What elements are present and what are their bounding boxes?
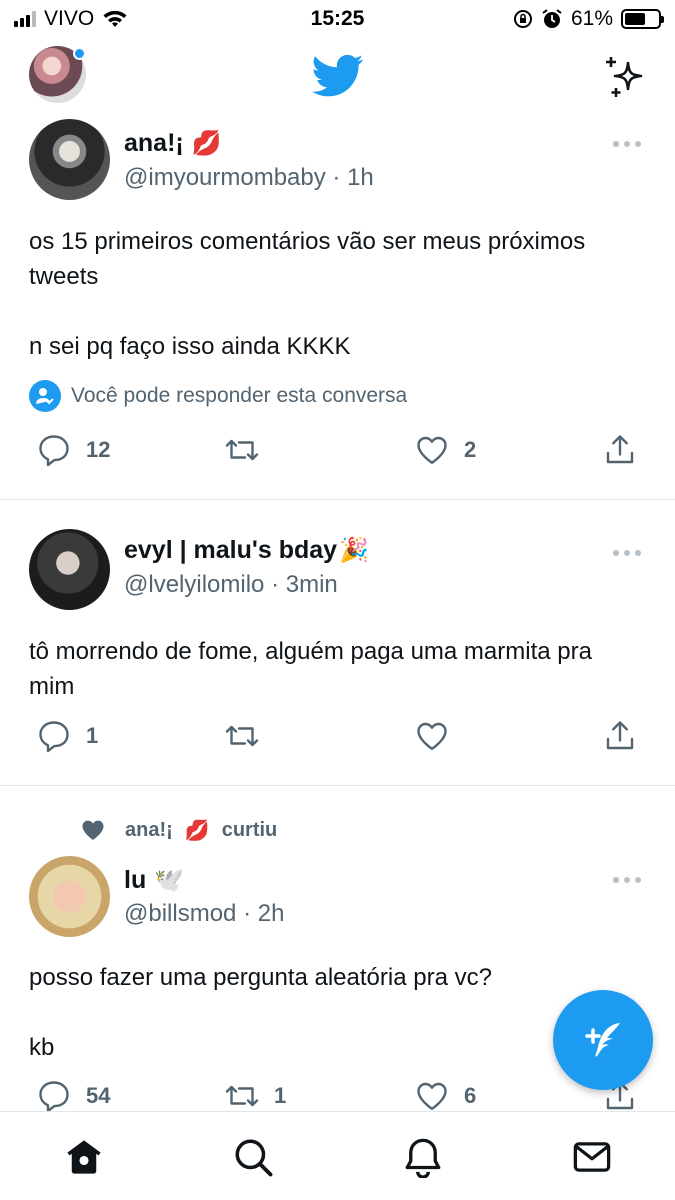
author-handle[interactable]: @imyourmombaby bbox=[124, 164, 326, 191]
twitter-bird-icon[interactable] bbox=[312, 54, 364, 98]
tweet[interactable]: ana!¡ 💋 @imyourmombaby · 1h os 15 primei… bbox=[0, 114, 675, 500]
signal-icon bbox=[14, 11, 36, 27]
tweet-actions: 1 bbox=[0, 718, 675, 758]
share-button[interactable] bbox=[602, 432, 638, 468]
status-left: VIVO bbox=[14, 7, 128, 31]
retweet-button[interactable]: 1 bbox=[224, 1078, 286, 1114]
liked-by-note: ana!¡ 💋 curtiu bbox=[79, 816, 277, 844]
battery-percent: 61% bbox=[570, 7, 613, 30]
tweet-text: posso fazer uma pergunta aleatória pra v… bbox=[29, 964, 492, 1061]
party-popper-emoji: 🎉 bbox=[339, 537, 369, 564]
retweet-icon bbox=[225, 725, 259, 747]
status-bar: VIVO 15:25 61% bbox=[0, 0, 675, 38]
share-icon bbox=[606, 435, 634, 464]
like-count: 2 bbox=[464, 437, 477, 462]
author-name[interactable]: lu bbox=[124, 866, 146, 895]
heart-icon bbox=[417, 722, 447, 750]
avatar[interactable] bbox=[29, 119, 110, 200]
retweet-icon bbox=[225, 1085, 259, 1107]
reply-count: 54 bbox=[86, 1083, 111, 1108]
share-icon bbox=[606, 721, 634, 750]
sparkle-icon[interactable] bbox=[602, 54, 648, 100]
author-row: evyl | malu's bday 🎉 bbox=[124, 536, 369, 565]
lips-emoji: 💋 bbox=[191, 130, 222, 157]
reply-icon bbox=[39, 435, 69, 467]
search-icon[interactable] bbox=[232, 1136, 274, 1178]
author-row: lu 🕊️ bbox=[124, 866, 184, 895]
share-button[interactable] bbox=[602, 718, 638, 754]
lips-emoji: 💋 bbox=[184, 819, 210, 842]
status-right: 61% bbox=[513, 7, 664, 31]
tweet-time: · 2h bbox=[243, 900, 285, 927]
dove-emoji: 🕊️ bbox=[154, 867, 185, 894]
tweet-time: · 3min bbox=[271, 571, 338, 598]
retweet-button[interactable] bbox=[224, 718, 274, 754]
heart-icon bbox=[417, 1082, 447, 1110]
avatar[interactable] bbox=[29, 856, 110, 937]
retweet-icon bbox=[225, 439, 259, 461]
top-navigation bbox=[0, 38, 675, 114]
liked-suffix: curtiu bbox=[221, 818, 278, 841]
tweet-text: os 15 primeiros comentários vão ser meus… bbox=[29, 228, 586, 360]
reply-note-text: Você pode responder esta conversa bbox=[71, 384, 408, 407]
bottom-tab-bar bbox=[0, 1111, 675, 1200]
reply-icon bbox=[39, 1081, 69, 1113]
battery-icon bbox=[621, 9, 664, 29]
reply-permission-note: Você pode responder esta conversa bbox=[29, 380, 407, 412]
avatar[interactable] bbox=[29, 529, 110, 610]
author-name[interactable]: evyl | malu's bday bbox=[124, 536, 337, 565]
like-count: 6 bbox=[464, 1083, 477, 1108]
reply-count: 1 bbox=[86, 723, 99, 748]
author-handle-row: @lvelyilomilo · 3min bbox=[124, 571, 338, 599]
reply-button[interactable]: 12 bbox=[36, 432, 110, 468]
tweet-actions: 12 2 bbox=[0, 432, 675, 472]
reply-icon bbox=[39, 721, 69, 753]
author-handle-row: @billsmod · 2h bbox=[124, 900, 284, 928]
reply-count: 12 bbox=[86, 437, 111, 462]
alarm-icon bbox=[542, 9, 562, 28]
rotation-lock-icon bbox=[513, 10, 532, 28]
like-button[interactable] bbox=[414, 718, 464, 754]
author-name[interactable]: ana!¡ bbox=[124, 129, 184, 158]
retweet-count: 1 bbox=[274, 1083, 287, 1108]
heart-filled-icon bbox=[82, 820, 104, 840]
compose-feather-icon bbox=[585, 1023, 620, 1057]
more-options-icon[interactable] bbox=[613, 877, 641, 883]
tweet[interactable]: evyl | malu's bday 🎉 @lvelyilomilo · 3mi… bbox=[0, 500, 675, 786]
author-handle[interactable]: @billsmod bbox=[124, 900, 236, 927]
heart-icon bbox=[417, 436, 447, 464]
carrier-label: VIVO bbox=[44, 7, 95, 30]
retweet-button[interactable] bbox=[224, 432, 274, 468]
wifi-icon bbox=[103, 10, 127, 27]
reply-button[interactable]: 1 bbox=[36, 718, 98, 754]
author-row: ana!¡ 💋 bbox=[124, 129, 222, 158]
tweet-time: · 1h bbox=[332, 164, 374, 191]
notifications-icon[interactable] bbox=[402, 1136, 444, 1178]
notification-dot bbox=[73, 47, 86, 60]
messages-icon[interactable] bbox=[571, 1136, 613, 1178]
author-handle-row: @imyourmombaby · 1h bbox=[124, 164, 374, 192]
reply-button[interactable]: 54 bbox=[36, 1078, 110, 1114]
more-options-icon[interactable] bbox=[613, 550, 641, 556]
author-handle[interactable]: @lvelyilomilo bbox=[124, 571, 264, 598]
more-options-icon[interactable] bbox=[613, 141, 641, 147]
like-button[interactable]: 2 bbox=[414, 432, 476, 468]
compose-tweet-button[interactable] bbox=[553, 990, 653, 1090]
person-check-icon bbox=[29, 380, 61, 412]
home-icon[interactable] bbox=[63, 1136, 105, 1178]
liked-by-name[interactable]: ana!¡ bbox=[125, 819, 173, 842]
like-button[interactable]: 6 bbox=[414, 1078, 476, 1114]
profile-avatar-button[interactable] bbox=[29, 46, 86, 103]
tweet-text: tô morrendo de fome, alguém paga uma mar… bbox=[29, 638, 592, 700]
